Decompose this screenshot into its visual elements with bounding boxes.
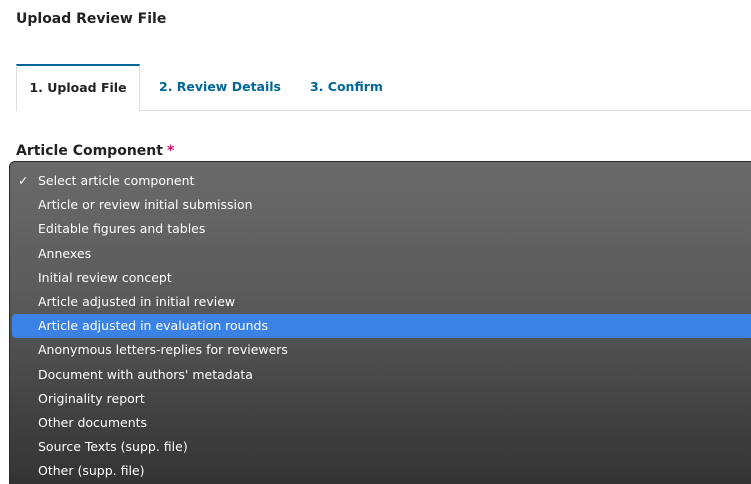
option-label: Other documents bbox=[38, 414, 148, 430]
dropdown-option-initial-review-concept[interactable]: Initial review concept bbox=[12, 266, 751, 290]
dropdown-option-annexes[interactable]: Annexes bbox=[12, 242, 751, 266]
dropdown-option-other-documents[interactable]: Other documents bbox=[12, 411, 751, 435]
option-label: Anonymous letters-replies for reviewers bbox=[38, 342, 288, 358]
option-label: Editable figures and tables bbox=[38, 221, 206, 237]
upload-review-file-modal: Upload Review File 1. Upload File 2. Rev… bbox=[0, 0, 751, 484]
dropdown-option-adjusted-evaluation-rounds[interactable]: Article adjusted in evaluation rounds bbox=[12, 314, 751, 339]
tab-review-details[interactable]: 2. Review Details bbox=[159, 64, 281, 110]
dropdown-option-originality-report[interactable]: Originality report bbox=[12, 387, 751, 411]
dropdown-option-select-article-component[interactable]: ✓ Select article component bbox=[12, 169, 751, 193]
option-label: Article adjusted in evaluation rounds bbox=[38, 318, 268, 334]
dropdown-option-editable-figures[interactable]: Editable figures and tables bbox=[12, 217, 751, 241]
article-component-dropdown-menu: ✓ Select article component Article or re… bbox=[9, 161, 751, 484]
tab-confirm[interactable]: 3. Confirm bbox=[310, 64, 383, 110]
dropdown-option-initial-submission[interactable]: Article or review initial submission bbox=[12, 193, 751, 217]
wizard-tabs: 1. Upload File 2. Review Details 3. Conf… bbox=[16, 64, 751, 111]
dropdown-option-source-texts[interactable]: Source Texts (supp. file) bbox=[12, 435, 751, 459]
modal-title: Upload Review File bbox=[16, 11, 167, 27]
article-component-label: Article Component * bbox=[16, 143, 174, 159]
tab-upload-file[interactable]: 1. Upload File bbox=[16, 64, 140, 111]
option-label: Originality report bbox=[38, 390, 145, 406]
option-label: Document with authors' metadata bbox=[38, 366, 253, 382]
option-label: Select article component bbox=[38, 173, 195, 188]
dropdown-option-other-supp-file[interactable]: Other (supp. file) bbox=[12, 459, 751, 483]
option-label: Source Texts (supp. file) bbox=[38, 439, 188, 455]
required-marker: * bbox=[166, 143, 175, 159]
option-label: Annexes bbox=[38, 245, 92, 261]
option-label: Article or review initial submission bbox=[38, 197, 253, 213]
article-component-label-text: Article Component bbox=[16, 143, 163, 159]
checkmark-icon: ✓ bbox=[18, 173, 29, 188]
option-label: Article adjusted in initial review bbox=[38, 293, 236, 309]
dropdown-option-authors-metadata[interactable]: Document with authors' metadata bbox=[12, 363, 751, 387]
option-label: Initial review concept bbox=[38, 269, 172, 285]
option-label: Other (supp. file) bbox=[38, 463, 145, 479]
dropdown-option-anonymous-letters[interactable]: Anonymous letters-replies for reviewers bbox=[12, 338, 751, 362]
dropdown-option-adjusted-initial-review[interactable]: Article adjusted in initial review bbox=[12, 290, 751, 314]
